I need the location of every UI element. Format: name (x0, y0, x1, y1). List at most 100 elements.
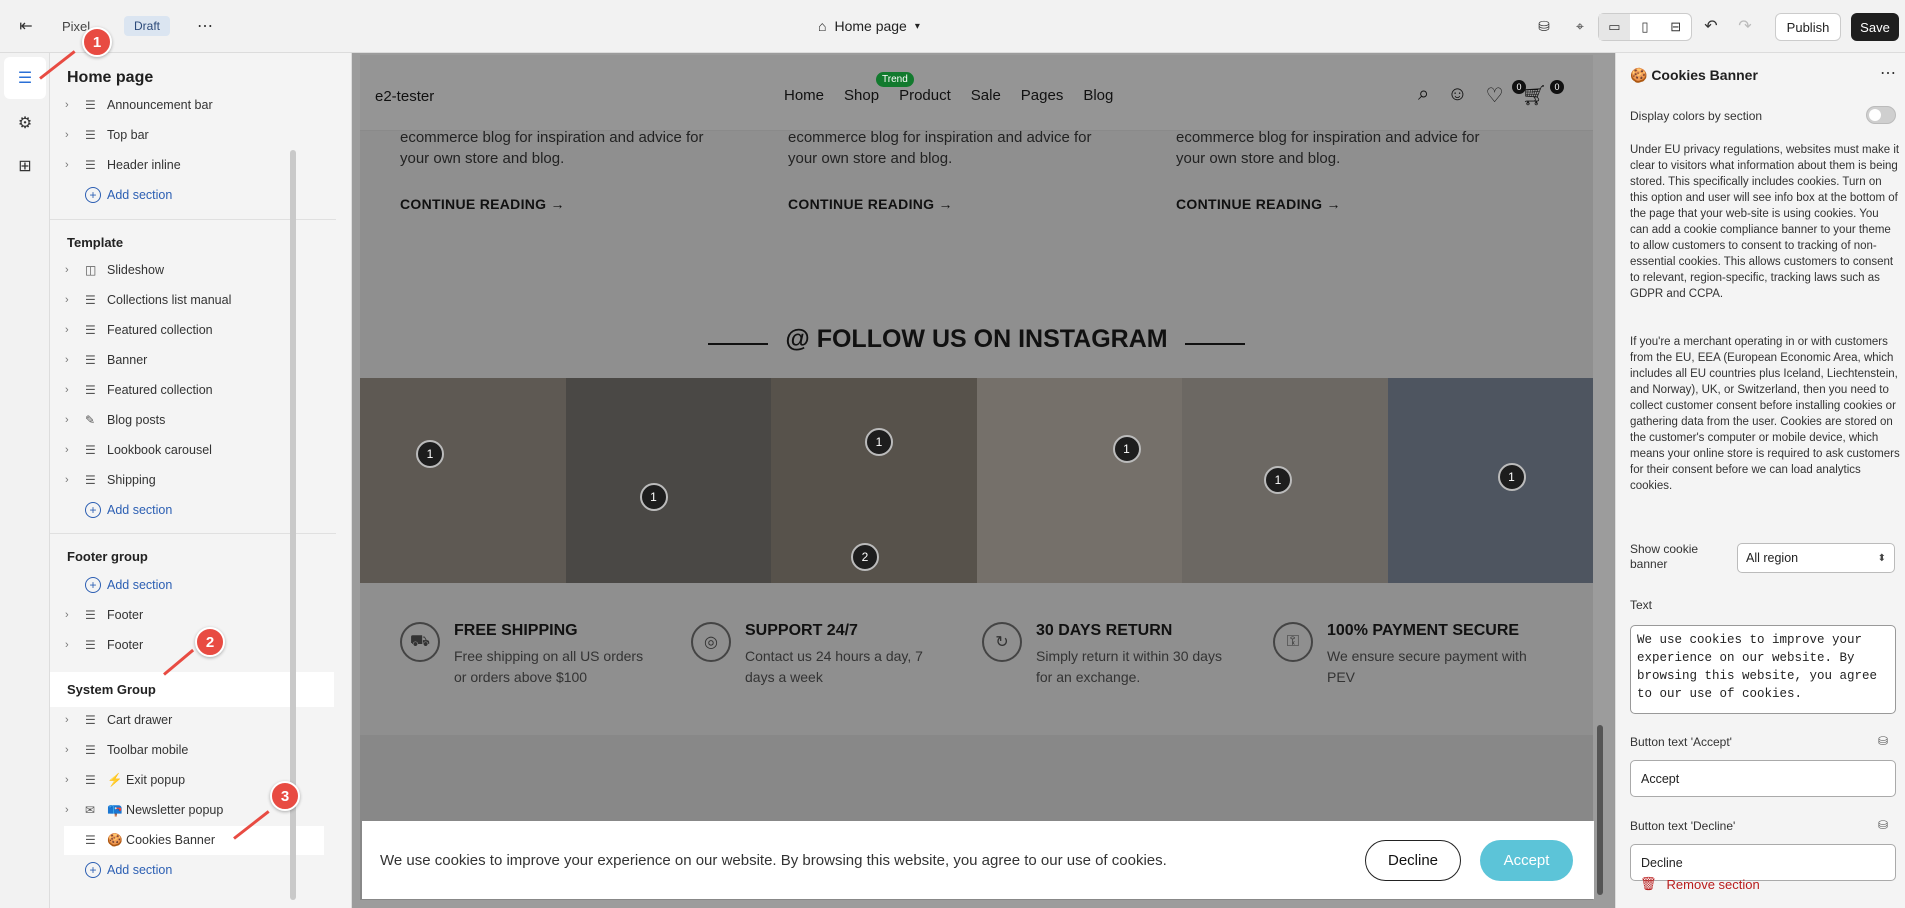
decline-button[interactable]: Decline (1365, 840, 1461, 881)
display-colors-toggle[interactable] (1866, 106, 1896, 124)
database-icon[interactable]: ⛁ (1878, 734, 1888, 748)
continue-reading-link[interactable]: CONTINUE READING → (400, 196, 565, 212)
hotspot-pin[interactable]: 1 (1112, 435, 1141, 463)
trend-badge: Trend (876, 72, 914, 87)
instagram-tile[interactable]: 1 (1387, 378, 1593, 583)
truck-icon: ⛟ (400, 622, 440, 662)
chevron-right-icon[interactable]: › (65, 639, 79, 651)
gear-icon[interactable]: ⚙ (6, 104, 44, 142)
section-row[interactable]: › ☰ Top bar (65, 123, 340, 147)
draft-badge: Draft (124, 16, 171, 36)
menu-item-pages[interactable]: Pages (1021, 87, 1064, 104)
mobile-icon[interactable]: ▯ (1630, 14, 1661, 40)
chevron-right-icon[interactable]: › (65, 609, 79, 621)
instagram-tile[interactable]: 12 (771, 378, 977, 583)
sections-icon[interactable]: ☰ (6, 59, 44, 97)
menu-item-shop[interactable]: Shop (844, 87, 879, 104)
continue-reading-link[interactable]: CONTINUE READING → (788, 196, 953, 212)
chevron-right-icon[interactable]: › (65, 414, 79, 426)
chevron-right-icon[interactable]: › (65, 444, 79, 456)
cart-count: 0 (1550, 80, 1564, 94)
section-row[interactable]: › ☰ Shipping (65, 468, 340, 492)
panel-title: Home page (67, 69, 154, 86)
section-row[interactable]: › ☰ Featured collection (65, 318, 340, 342)
page-selector[interactable]: ⌂ Home page ▾ (818, 14, 920, 38)
inspector-icon[interactable]: ⌖ (1565, 11, 1595, 41)
chevron-right-icon[interactable]: › (65, 294, 79, 306)
user-icon[interactable]: ☺ (1447, 83, 1467, 108)
settings-title: 🍪 Cookies Banner (1630, 67, 1758, 83)
menu-item-home[interactable]: Home (784, 87, 824, 104)
hotspot-pin[interactable]: 1 (865, 428, 893, 456)
chevron-right-icon[interactable]: › (65, 744, 79, 756)
add-section-button[interactable]: + Add section (85, 184, 172, 206)
instagram-tile[interactable]: 1 (565, 378, 771, 583)
hotspot-pin[interactable]: 1 (639, 483, 668, 511)
chevron-right-icon[interactable]: › (65, 804, 79, 816)
chevron-right-icon[interactable]: › (65, 324, 79, 336)
section-row[interactable]: › ☰ Header inline (65, 153, 340, 177)
heart-icon[interactable]: ♡ (1486, 83, 1504, 108)
apps-icon[interactable]: ⊞ (6, 147, 44, 185)
database-icon[interactable]: ⛁ (1878, 818, 1888, 832)
plus-circle-icon: + (85, 862, 101, 878)
chevron-right-icon[interactable]: › (65, 129, 79, 141)
canvas-scrollbar[interactable] (1597, 725, 1603, 895)
menu-item-blog[interactable]: Blog (1083, 87, 1113, 104)
section-icon: ☰ (85, 128, 96, 142)
search-icon[interactable]: ⌕ (1418, 83, 1429, 108)
section-row[interactable]: › ☰ Cart drawer (65, 708, 340, 732)
show-banner-select[interactable]: All region ⬍ (1737, 543, 1895, 573)
store-logo[interactable]: e2-tester (375, 88, 434, 105)
section-row[interactable]: › ☰ Collections list manual (65, 288, 340, 312)
section-row[interactable]: › ☰ Footer (65, 603, 340, 627)
publish-button[interactable]: Publish (1775, 13, 1841, 41)
exit-icon[interactable]: ⇤ (11, 11, 41, 41)
section-row[interactable]: › ☰ Lookbook carousel (65, 438, 340, 462)
undo-icon[interactable]: ↶ (1696, 11, 1726, 41)
mail-icon: ✉ (85, 803, 96, 817)
section-row[interactable]: › ☰ Featured collection (65, 378, 340, 402)
chevron-right-icon[interactable]: › (65, 354, 79, 366)
accept-text-field[interactable]: Accept (1630, 760, 1896, 797)
redo-icon[interactable]: ↷ (1730, 11, 1760, 41)
more-horizontal-icon[interactable]: ⋯ (1880, 63, 1896, 83)
save-button[interactable]: Save (1851, 13, 1899, 41)
accept-button[interactable]: Accept (1480, 840, 1573, 881)
instagram-tile[interactable]: 1 (360, 378, 566, 583)
remove-section-button[interactable]: 🗑︎ Remove section (1640, 876, 1760, 892)
section-row[interactable]: › ☰ Toolbar mobile (65, 738, 340, 762)
hotspot-pin[interactable]: 1 (1497, 463, 1526, 491)
chevron-right-icon[interactable]: › (65, 474, 79, 486)
section-row-cookies-banner[interactable]: ☰ 🍪 Cookies Banner (65, 828, 340, 852)
menu-item-sale[interactable]: Sale (971, 87, 1001, 104)
section-row[interactable]: › ✎ Blog posts (65, 408, 340, 432)
chevron-right-icon[interactable]: › (65, 159, 79, 171)
cookie-text-field[interactable]: We use cookies to improve your experienc… (1630, 625, 1896, 714)
fullwidth-icon[interactable]: ⊟ (1660, 14, 1691, 40)
chevron-right-icon[interactable]: › (65, 714, 79, 726)
chevron-right-icon[interactable]: › (65, 264, 79, 276)
section-row[interactable]: › ☰ Announcement bar (65, 93, 340, 117)
chevron-right-icon[interactable]: › (65, 384, 79, 396)
section-row[interactable]: › ◫ Slideshow (65, 258, 340, 282)
add-section-button[interactable]: + Add section (85, 499, 172, 521)
feature-item: ⚿ 100% PAYMENT SECURE We ensure secure pay… (1273, 622, 1527, 688)
desktop-icon[interactable]: ▭ (1599, 14, 1630, 40)
section-row[interactable]: › ☰ ⚡ Exit popup (65, 768, 340, 792)
main-menu: Home Shop Product Sale Pages Blog (784, 87, 1113, 104)
instagram-tile[interactable]: 1 (976, 378, 1182, 583)
chevron-right-icon[interactable]: › (65, 774, 79, 786)
continue-reading-link[interactable]: CONTINUE READING → (1176, 196, 1341, 212)
section-row[interactable]: › ☰ Banner (65, 348, 340, 372)
hotspot-pin[interactable]: 2 (851, 543, 879, 571)
more-horizontal-icon[interactable]: ⋯ (190, 11, 220, 41)
database-icon[interactable]: ⛁ (1529, 11, 1559, 41)
add-section-button[interactable]: + Add section (85, 859, 172, 881)
add-section-button[interactable]: + Add section (85, 574, 172, 596)
chevron-right-icon[interactable]: › (65, 99, 79, 111)
menu-item-product[interactable]: Product (899, 87, 951, 104)
hotspot-pin[interactable]: 1 (416, 440, 444, 468)
instagram-tile[interactable]: 1 (1182, 378, 1388, 583)
hotspot-pin[interactable]: 1 (1264, 466, 1292, 494)
